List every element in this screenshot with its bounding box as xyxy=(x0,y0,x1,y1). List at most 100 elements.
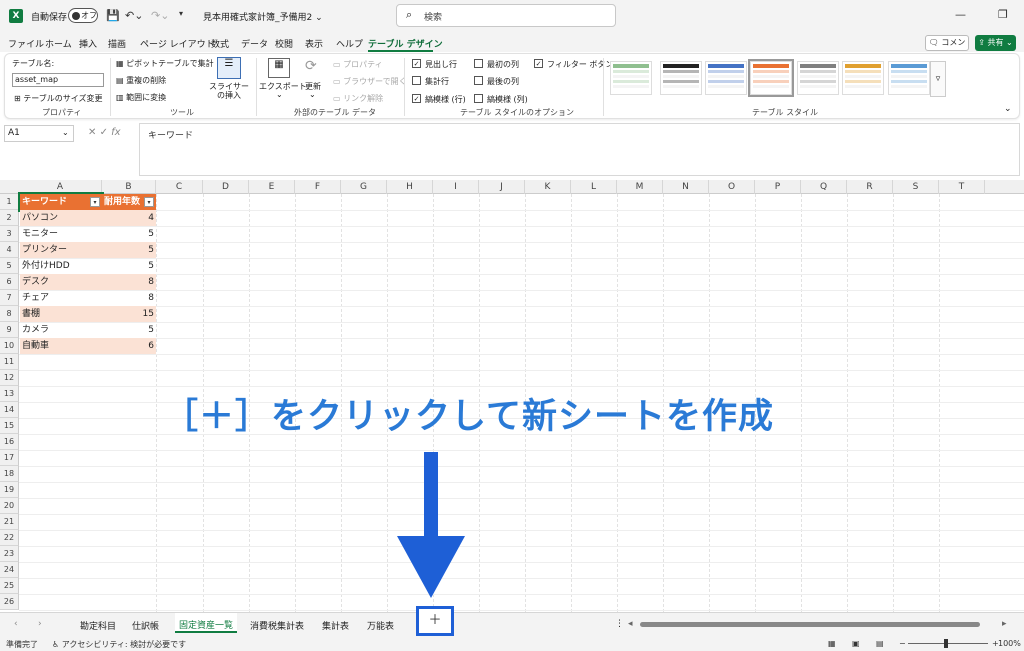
row-header[interactable]: 19 xyxy=(0,482,19,498)
useful-life-cell[interactable]: 5 xyxy=(102,226,156,242)
resize-table-button[interactable]: ⊞ テーブルのサイズ変更 xyxy=(14,93,103,104)
slicer-icon[interactable]: ☰ xyxy=(217,57,241,79)
table-header-cell[interactable]: 耐用年数 ▾ xyxy=(102,194,156,210)
row-header[interactable]: 21 xyxy=(0,514,19,530)
column-header-e[interactable]: E xyxy=(249,180,295,194)
first-column-checkbox[interactable] xyxy=(474,59,483,68)
column-header-t[interactable]: T xyxy=(939,180,985,194)
column-header-r[interactable]: R xyxy=(847,180,893,194)
sheet-tab[interactable]: 仕訳帳 xyxy=(132,619,159,632)
column-header-p[interactable]: P xyxy=(755,180,801,194)
useful-life-cell[interactable]: 8 xyxy=(102,290,156,306)
useful-life-cell[interactable]: 6 xyxy=(102,338,156,354)
zoom-level[interactable]: 100% xyxy=(998,639,1021,648)
comment-button[interactable]: 🗨 コメント xyxy=(925,35,969,61)
table-style-swatch[interactable] xyxy=(888,61,930,95)
filter-button-checkbox[interactable]: ✓ xyxy=(534,59,543,68)
filter-dropdown-icon[interactable]: ▾ xyxy=(144,197,154,207)
total-row-checkbox[interactable] xyxy=(412,76,421,85)
style-gallery-more-icon[interactable]: ▿ xyxy=(930,61,946,97)
tab-file[interactable]: ファイル xyxy=(8,37,44,50)
row-header[interactable]: 12 xyxy=(0,370,19,386)
add-sheet-button[interactable]: ＋ xyxy=(416,606,454,636)
column-header-b[interactable]: B xyxy=(102,180,156,194)
useful-life-cell[interactable]: 4 xyxy=(102,210,156,226)
horizontal-scrollbar[interactable] xyxy=(640,622,980,627)
convert-to-range-button[interactable]: ▥ 範囲に変換 xyxy=(116,92,166,103)
scroll-left-icon[interactable]: ◂ xyxy=(628,619,633,629)
keyword-cell[interactable]: カメラ xyxy=(20,322,102,338)
zoom-slider-knob[interactable] xyxy=(944,639,948,648)
table-name-input[interactable]: asset_map xyxy=(12,73,104,87)
row-header[interactable]: 13 xyxy=(0,386,19,402)
row-header[interactable]: 8 xyxy=(0,306,19,322)
row-header[interactable]: 24 xyxy=(0,562,19,578)
useful-life-cell[interactable]: 5 xyxy=(102,258,156,274)
table-style-swatch[interactable] xyxy=(705,61,747,95)
tab-review[interactable]: 校閲 xyxy=(275,37,293,50)
row-header[interactable]: 26 xyxy=(0,594,19,610)
table-style-swatch[interactable] xyxy=(842,61,884,95)
tab-table-design[interactable]: テーブル デザイン xyxy=(368,37,443,50)
next-sheet-icon[interactable]: › xyxy=(38,619,42,629)
row-header[interactable]: 23 xyxy=(0,546,19,562)
export-button[interactable]: エクスポート xyxy=(259,81,307,92)
row-header[interactable]: 5 xyxy=(0,258,19,274)
collapse-ribbon-icon[interactable]: ⌄ xyxy=(1004,104,1012,114)
tab-help[interactable]: ヘルプ xyxy=(336,37,363,50)
row-header[interactable]: 16 xyxy=(0,434,19,450)
row-header[interactable]: 1 xyxy=(0,194,19,210)
restore-button[interactable]: ❐ xyxy=(998,8,1008,21)
export-icon[interactable]: ▦ xyxy=(268,58,290,78)
document-title[interactable]: 見本用確式家計簿_予備用2 ⌄ xyxy=(203,10,323,23)
row-header[interactable]: 7 xyxy=(0,290,19,306)
tab-data[interactable]: データ xyxy=(241,37,268,50)
name-box-dropdown-icon[interactable]: ⌄ xyxy=(62,128,69,137)
column-header-h[interactable]: H xyxy=(387,180,433,194)
table-style-swatch[interactable] xyxy=(797,61,839,95)
customize-qat-icon[interactable]: ▾ xyxy=(179,9,183,18)
row-header[interactable]: 18 xyxy=(0,466,19,482)
formula-input[interactable]: キーワード xyxy=(139,123,1020,176)
row-header[interactable]: 20 xyxy=(0,498,19,514)
keyword-cell[interactable]: 外付けHDD xyxy=(20,258,102,274)
row-header[interactable]: 11 xyxy=(0,354,19,370)
accessibility-status[interactable]: ♿ アクセシビリティ: 検討が必要です xyxy=(52,639,186,650)
autosave-toggle[interactable]: オフ xyxy=(68,8,98,23)
column-header-q[interactable]: Q xyxy=(801,180,847,194)
pivot-summarize-button[interactable]: ▦ ピボットテーブルで集計 xyxy=(116,58,214,69)
tab-page-layout[interactable]: ページ レイアウト xyxy=(140,37,215,50)
tab-view[interactable]: 表示 xyxy=(305,37,323,50)
table-style-swatch[interactable] xyxy=(748,59,794,97)
sheet-tab[interactable]: 消費税集計表 xyxy=(250,619,304,632)
useful-life-cell[interactable]: 5 xyxy=(102,322,156,338)
column-header-c[interactable]: C xyxy=(156,180,203,194)
enter-icon[interactable]: ✓ xyxy=(100,127,108,138)
row-header[interactable]: 9 xyxy=(0,322,19,338)
tab-split-handle-icon[interactable]: ⋮ xyxy=(615,619,624,629)
zoom-slider[interactable] xyxy=(908,643,988,644)
keyword-cell[interactable]: 自動車 xyxy=(20,338,102,354)
table-style-swatch[interactable] xyxy=(660,61,702,95)
row-header[interactable]: 25 xyxy=(0,578,19,594)
page-layout-view-icon[interactable]: ▣ xyxy=(852,639,860,648)
useful-life-cell[interactable]: 8 xyxy=(102,274,156,290)
last-column-checkbox[interactable] xyxy=(474,76,483,85)
refresh-dropdown-icon[interactable]: ⌄ xyxy=(309,90,316,99)
export-dropdown-icon[interactable]: ⌄ xyxy=(276,90,283,99)
tab-home[interactable]: ホーム xyxy=(45,37,72,50)
sheet-tab[interactable]: 集計表 xyxy=(322,619,349,632)
header-row-checkbox[interactable]: ✓ xyxy=(412,59,421,68)
keyword-cell[interactable]: モニター xyxy=(20,226,102,242)
refresh-icon[interactable]: ⟳ xyxy=(305,58,321,78)
row-header[interactable]: 14 xyxy=(0,402,19,418)
column-header-j[interactable]: J xyxy=(479,180,525,194)
row-header[interactable]: 2 xyxy=(0,210,19,226)
keyword-cell[interactable]: パソコン xyxy=(20,210,102,226)
row-header[interactable]: 22 xyxy=(0,530,19,546)
column-header-s[interactable]: S xyxy=(893,180,939,194)
banded-columns-checkbox[interactable] xyxy=(474,94,483,103)
redo-icon[interactable]: ↷⌄ xyxy=(151,9,169,22)
normal-view-icon[interactable]: ▦ xyxy=(828,639,836,648)
minimize-button[interactable]: — xyxy=(955,8,966,21)
